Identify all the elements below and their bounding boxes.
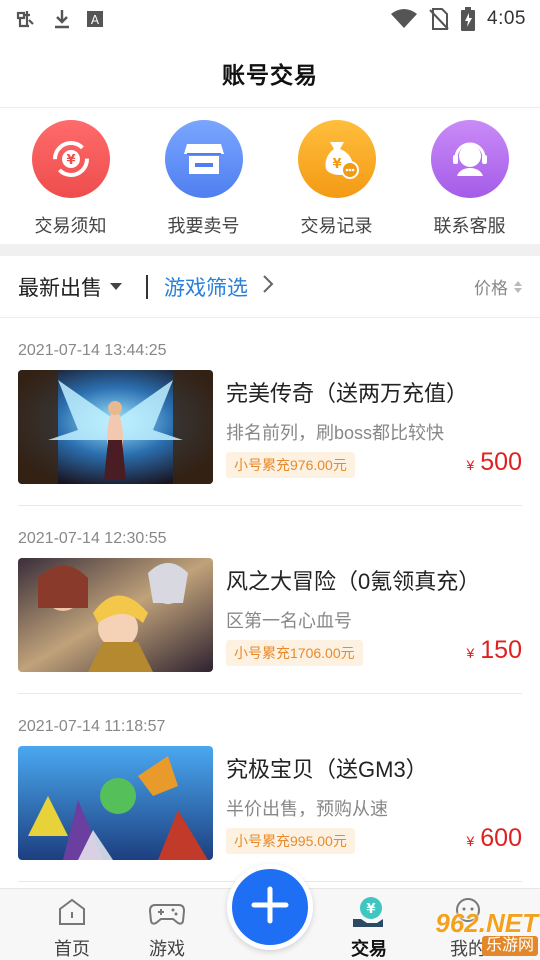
recharge-badge: 小号累充1706.00元 (226, 640, 363, 666)
listing-title: 完美传奇（送两万充值） (226, 381, 469, 406)
status-bar: A 4:05 (0, 0, 540, 38)
listing-price: ¥ 150 (466, 636, 522, 665)
listing-thumbnail (18, 558, 213, 672)
nav-trade[interactable]: ¥ 交易 (324, 889, 414, 960)
latest-sale-dropdown[interactable]: 最新出售 (18, 272, 122, 302)
game-filter-button[interactable]: 游戏筛选 (164, 272, 274, 302)
listing-description: 半价出售，预购从速 (226, 799, 388, 819)
headset-icon (430, 120, 509, 198)
listing-thumbnail (18, 370, 213, 484)
section-divider (0, 244, 540, 256)
recharge-badge: 小号累充995.00元 (226, 828, 355, 854)
listing-item[interactable]: 2021-07-14 13:44:25 完美传奇（送两万充值） 排名前列，刷bo… (18, 318, 522, 506)
filter-bar: 最新出售 游戏筛选 价格 (0, 256, 540, 318)
nav-label: 我的 (450, 939, 486, 959)
nav-profile[interactable]: 我的 (423, 889, 513, 960)
app-header: 账号交易 (0, 38, 540, 108)
battery-charging-icon (461, 7, 476, 31)
svg-text:¥: ¥ (366, 902, 375, 917)
latest-sale-label: 最新出售 (18, 276, 102, 300)
listing-time: 2021-07-14 11:18:57 (18, 718, 166, 735)
nav-label: 交易 (351, 939, 387, 959)
status-time: 4:05 (487, 8, 526, 29)
quick-actions: ¥ 交易须知 我要卖号 ¥ 交易记录 联系客服 (0, 108, 540, 244)
plus-icon (250, 885, 290, 930)
quick-action-contact-support[interactable]: 联系客服 (405, 108, 535, 244)
price-value: 500 (480, 448, 522, 476)
svg-text:A: A (91, 13, 100, 27)
download-icon (52, 8, 72, 30)
listing-description: 区第一名心血号 (226, 611, 352, 631)
no-sim-icon (429, 8, 449, 30)
listing-description: 排名前列，刷boss都比较快 (226, 423, 445, 443)
caret-down-icon (110, 283, 122, 290)
font-a-icon: A (86, 10, 104, 28)
nav-label: 首页 (54, 939, 90, 959)
quick-action-label: 交易须知 (34, 216, 107, 236)
game-filter-label: 游戏筛选 (164, 276, 248, 300)
chevron-right-icon (262, 274, 274, 300)
currency-symbol: ¥ (466, 645, 475, 661)
listing-time: 2021-07-14 13:44:25 (18, 342, 167, 359)
gamepad-icon (149, 895, 185, 929)
quick-action-trade-notice[interactable]: ¥ 交易须知 (6, 108, 136, 244)
home-icon (56, 895, 88, 929)
listing-title: 究极宝贝（送GM3） (226, 757, 428, 782)
add-button[interactable] (227, 864, 313, 950)
price-sort-button[interactable]: 价格 (474, 274, 522, 299)
page-title: 账号交易 (222, 61, 318, 88)
price-value: 150 (480, 636, 522, 664)
status-left: A (14, 7, 104, 31)
price-value: 600 (480, 824, 522, 852)
quick-action-label: 我要卖号 (167, 216, 240, 236)
currency-symbol: ¥ (466, 457, 475, 473)
profile-icon (452, 895, 484, 929)
listing-time: 2021-07-14 12:30:55 (18, 530, 167, 547)
listing-thumbnail (18, 746, 213, 860)
listing-price: ¥ 500 (466, 448, 522, 477)
wifi-icon (391, 9, 418, 29)
filter-divider (146, 274, 148, 299)
nav-games[interactable]: 游戏 (122, 889, 212, 960)
listing-item[interactable]: 2021-07-14 12:30:55 风之大冒险（0氪领真充） 区第一名心血号… (18, 506, 522, 694)
money-bag-icon: ¥ (297, 120, 376, 198)
svg-text:¥: ¥ (66, 153, 75, 168)
currency-symbol: ¥ (466, 833, 475, 849)
nav-home[interactable]: 首页 (27, 889, 117, 960)
listing-title: 风之大冒险（0氪领真充） (226, 569, 481, 594)
exchange-yuan-icon: ¥ (31, 120, 110, 198)
bug-icon (14, 7, 38, 31)
price-sort-label: 价格 (474, 279, 508, 298)
trade-icon: ¥ (351, 895, 387, 929)
nav-label: 游戏 (149, 939, 185, 959)
recharge-badge: 小号累充976.00元 (226, 452, 355, 478)
listing-item[interactable]: 2021-07-14 11:18:57 究极宝贝（送GM3） 半价出售，预购从速… (18, 694, 522, 882)
store-icon (164, 120, 243, 198)
listing-price: ¥ 600 (466, 824, 522, 853)
quick-action-sell-account[interactable]: 我要卖号 (139, 108, 269, 244)
quick-action-label: 联系客服 (433, 216, 506, 236)
status-right: 4:05 (391, 7, 526, 31)
sort-icon (514, 280, 522, 293)
svg-text:¥: ¥ (332, 157, 341, 172)
quick-action-trade-records[interactable]: ¥ 交易记录 (272, 108, 402, 244)
quick-action-label: 交易记录 (300, 216, 373, 236)
